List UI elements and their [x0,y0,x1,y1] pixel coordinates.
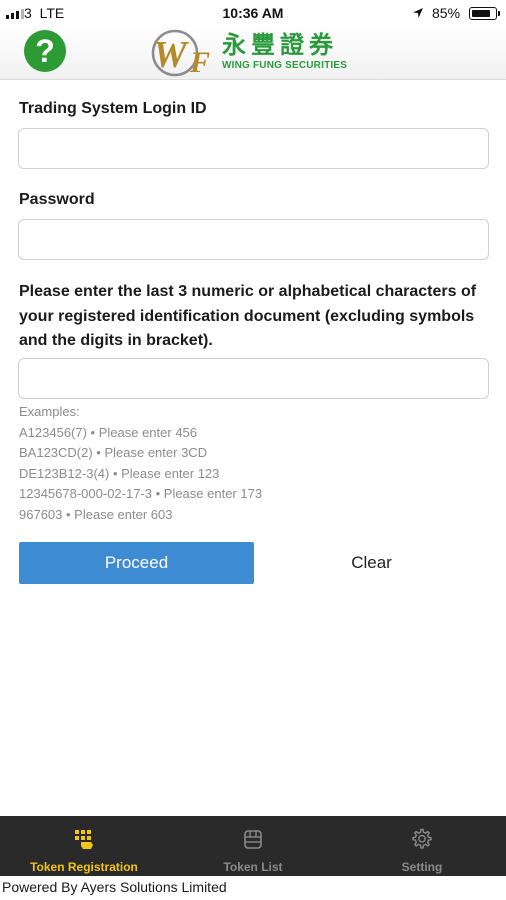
password-label: Password [19,191,95,208]
logo-mark-icon: W F [151,29,210,78]
login-id-input[interactable] [18,128,489,169]
battery-percent: 85% [432,5,461,21]
clock: 10:36 AM [222,5,284,21]
clear-button[interactable]: Clear [254,542,489,584]
bottom-tab-bar: Token Registration Token List Setting [0,816,506,876]
svg-text:W: W [153,34,190,76]
logo-chinese-text: 永豐證券 [222,32,338,59]
powered-by-footer: Powered By Ayers Solutions Limited [2,879,227,895]
gear-icon [338,828,506,850]
status-bar: 3 LTE 10:36 AM 85% [0,0,506,26]
tab-label: Token List [223,860,283,874]
tab-label: Token Registration [30,860,138,874]
example-item: 967603 • Please enter 603 [19,506,173,522]
tab-setting[interactable]: Setting [338,816,506,876]
examples-list: Examples: A123456(7) • Please enter 456 … [19,402,262,526]
token-list-icon [169,828,337,850]
tab-label: Setting [401,860,443,874]
svg-text:F: F [189,46,210,78]
password-input[interactable] [18,219,489,260]
location-arrow-icon [412,6,424,22]
id-digits-input[interactable] [18,358,489,399]
id-instruction: Please enter the last 3 numeric or alpha… [19,283,477,349]
token-registration-icon [0,828,168,850]
battery-icon [469,7,500,20]
example-item: DE123B12-3(4) • Please enter 123 [19,465,220,481]
examples-title: Examples: [19,404,80,419]
tab-token-registration[interactable]: Token Registration [0,816,168,876]
battery-level [472,10,490,17]
tab-token-list[interactable]: Token List [169,816,337,876]
proceed-button[interactable]: Proceed [19,542,254,584]
help-button[interactable]: ? [24,30,66,72]
app-header: ? W F 永豐證券 WING FUNG SECURITIES [0,26,506,80]
example-item: A123456(7) • Please enter 456 [19,424,198,440]
example-item: BA123CD(2) • Please enter 3CD [19,445,208,461]
example-item: 12345678-000-02-17-3 • Please enter 173 [19,486,263,502]
question-mark-icon: ? [35,33,55,69]
logo-english-text: WING FUNG SECURITIES [222,60,348,71]
wing-fung-logo: W F 永豐證券 WING FUNG SECURITIES [150,28,362,78]
login-id-label: Trading System Login ID [19,100,207,117]
